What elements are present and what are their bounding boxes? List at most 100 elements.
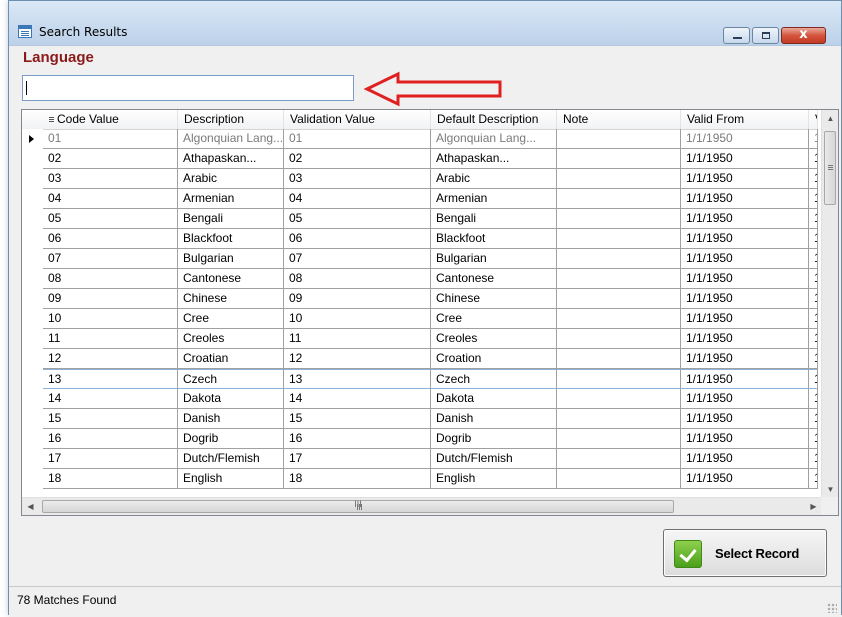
table-cell[interactable]: 12 xyxy=(43,349,178,369)
table-cell[interactable]: Cree xyxy=(431,309,557,329)
row-header[interactable] xyxy=(22,389,43,409)
table-cell[interactable] xyxy=(557,429,681,449)
row-header[interactable] xyxy=(22,129,43,149)
table-cell[interactable]: 08 xyxy=(284,269,431,289)
table-cell[interactable]: Creoles xyxy=(178,329,284,349)
table-cell[interactable]: Arabic xyxy=(431,169,557,189)
table-cell[interactable]: 05 xyxy=(284,209,431,229)
table-cell[interactable]: English xyxy=(431,469,557,489)
table-cell[interactable]: Czech xyxy=(178,369,284,389)
table-cell[interactable]: 09 xyxy=(43,289,178,309)
table-cell[interactable]: 1 xyxy=(809,409,818,429)
table-cell[interactable]: 1 xyxy=(809,449,818,469)
table-cell[interactable]: 06 xyxy=(284,229,431,249)
table-row[interactable]: 18English18English1/1/19501 xyxy=(22,469,818,489)
table-cell[interactable]: 1 xyxy=(809,129,818,149)
table-cell[interactable]: Croation xyxy=(431,349,557,369)
close-button[interactable]: x xyxy=(781,27,826,44)
table-cell[interactable]: Blackfoot xyxy=(431,229,557,249)
table-cell[interactable]: Chinese xyxy=(431,289,557,309)
table-row[interactable]: 02Athapaskan...02Athapaskan...1/1/19501 xyxy=(22,149,818,169)
table-cell[interactable]: 1/1/1950 xyxy=(681,269,809,289)
table-cell[interactable]: 1/1/1950 xyxy=(681,389,809,409)
table-cell[interactable]: 1 xyxy=(809,149,818,169)
scroll-up-icon[interactable]: ▲ xyxy=(822,110,838,127)
table-cell[interactable]: 16 xyxy=(43,429,178,449)
table-cell[interactable]: 1/1/1950 xyxy=(681,149,809,169)
table-cell[interactable] xyxy=(557,229,681,249)
table-cell[interactable]: Bulgarian xyxy=(178,249,284,269)
table-cell[interactable]: 14 xyxy=(284,389,431,409)
row-header[interactable] xyxy=(22,309,43,329)
table-cell[interactable]: 1/1/1950 xyxy=(681,349,809,369)
column-header[interactable]: Default Description xyxy=(431,110,557,129)
table-cell[interactable]: Cree xyxy=(178,309,284,329)
table-cell[interactable]: 08 xyxy=(43,269,178,289)
table-cell[interactable]: 1 xyxy=(809,429,818,449)
table-cell[interactable]: Athapaskan... xyxy=(178,149,284,169)
table-cell[interactable] xyxy=(557,289,681,309)
table-cell[interactable]: 1/1/1950 xyxy=(681,329,809,349)
row-header[interactable] xyxy=(22,209,43,229)
column-header[interactable]: Valid From xyxy=(681,110,809,129)
table-cell[interactable]: 17 xyxy=(43,449,178,469)
table-cell[interactable]: 1/1/1950 xyxy=(681,209,809,229)
vertical-scroll-thumb[interactable] xyxy=(824,131,836,205)
table-cell[interactable] xyxy=(557,449,681,469)
table-cell[interactable]: 1/1/1950 xyxy=(681,129,809,149)
scroll-right-icon[interactable]: ▶ xyxy=(805,498,822,515)
table-cell[interactable]: Arabic xyxy=(178,169,284,189)
table-row[interactable]: 01 Algonquian Lang... 01 Algonquian Lang...… xyxy=(22,129,818,149)
table-cell[interactable]: Dogrib xyxy=(178,429,284,449)
table-cell[interactable] xyxy=(557,469,681,489)
table-cell[interactable]: 09 xyxy=(284,289,431,309)
scroll-left-icon[interactable]: ◀ xyxy=(22,498,39,515)
table-cell[interactable]: 12 xyxy=(284,349,431,369)
table-cell[interactable] xyxy=(557,209,681,229)
table-cell[interactable]: 11 xyxy=(284,329,431,349)
table-cell[interactable]: Bulgarian xyxy=(431,249,557,269)
select-record-button[interactable]: Select Record xyxy=(663,529,827,577)
table-cell[interactable]: 1 xyxy=(809,309,818,329)
table-row[interactable]: 10Cree10Cree1/1/19501 xyxy=(22,309,818,329)
column-header[interactable]: V xyxy=(809,110,818,129)
table-cell[interactable]: 04 xyxy=(43,189,178,209)
title-bar[interactable]: Search Results x xyxy=(9,1,841,46)
table-cell[interactable] xyxy=(557,249,681,269)
column-header[interactable]: Note xyxy=(557,110,681,129)
table-cell[interactable]: 13 xyxy=(284,369,431,389)
table-cell[interactable] xyxy=(557,189,681,209)
table-row[interactable]: 06Blackfoot06Blackfoot1/1/19501 xyxy=(22,229,818,249)
horizontal-scrollbar[interactable]: ◀ III ▶ xyxy=(22,497,838,515)
table-cell[interactable]: Cantonese xyxy=(431,269,557,289)
table-row[interactable]: 16Dogrib16Dogrib1/1/19501 xyxy=(22,429,818,449)
table-cell[interactable] xyxy=(557,149,681,169)
table-row[interactable]: 11Creoles11Creoles1/1/19501 xyxy=(22,329,818,349)
table-cell[interactable]: 1 xyxy=(809,469,818,489)
table-cell[interactable] xyxy=(557,389,681,409)
row-header[interactable] xyxy=(22,169,43,189)
table-cell[interactable]: 1 xyxy=(809,349,818,369)
table-row[interactable]: 03Arabic03Arabic1/1/19501 xyxy=(22,169,818,189)
table-cell[interactable]: 18 xyxy=(284,469,431,489)
table-cell[interactable]: 03 xyxy=(43,169,178,189)
table-cell[interactable]: Armenian xyxy=(431,189,557,209)
table-cell[interactable]: 1 xyxy=(809,189,818,209)
table-cell[interactable]: 11 xyxy=(43,329,178,349)
table-cell[interactable]: Dutch/Flemish xyxy=(178,449,284,469)
table-cell[interactable] xyxy=(557,349,681,369)
table-cell[interactable] xyxy=(557,369,681,389)
table-cell[interactable]: 15 xyxy=(43,409,178,429)
table-cell[interactable]: Danish xyxy=(178,409,284,429)
table-cell[interactable]: 10 xyxy=(284,309,431,329)
table-row[interactable]: 05Bengali05Bengali1/1/19501 xyxy=(22,209,818,229)
table-cell[interactable]: 05 xyxy=(43,209,178,229)
row-header[interactable] xyxy=(22,409,43,429)
row-header[interactable] xyxy=(22,349,43,369)
table-cell[interactable]: 03 xyxy=(284,169,431,189)
table-cell[interactable]: 1/1/1950 xyxy=(681,409,809,429)
table-cell[interactable]: 07 xyxy=(284,249,431,269)
vertical-scrollbar[interactable]: ▲ ▼ xyxy=(821,110,838,498)
table-cell[interactable]: 16 xyxy=(284,429,431,449)
row-header[interactable] xyxy=(22,249,43,269)
